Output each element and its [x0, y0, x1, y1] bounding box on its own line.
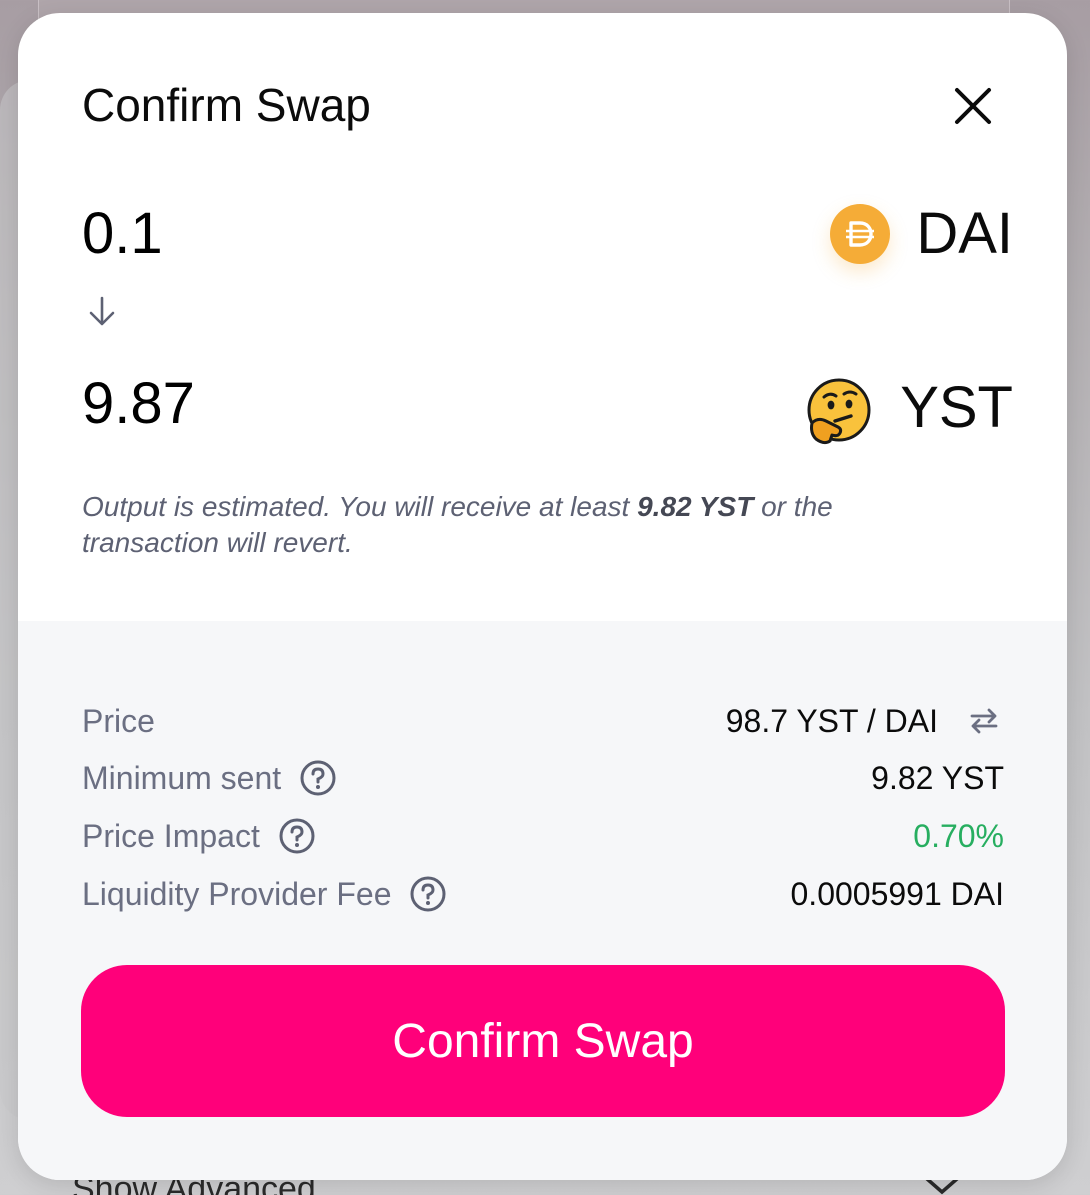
minimum-sent-label-group: Minimum sent: [82, 759, 337, 797]
minimum-sent-label: Minimum sent: [82, 759, 282, 796]
help-icon[interactable]: [409, 875, 447, 913]
input-amount: 0.1: [82, 201, 163, 266]
price-impact-value: 0.70%: [913, 817, 1004, 854]
lp-fee-row: Liquidity Provider Fee 0.0005991 DAI: [82, 872, 1004, 916]
output-token: YST: [804, 369, 1013, 447]
dai-token-icon: [830, 204, 891, 264]
output-token-symbol: YST: [900, 375, 1013, 440]
price-impact-label: Price Impact: [82, 817, 260, 854]
swap-rate-icon[interactable]: [964, 701, 1004, 741]
input-token: DAI: [830, 199, 1013, 269]
estimate-note: Output is estimated. You will receive at…: [82, 489, 962, 561]
modal-title: Confirm Swap: [82, 79, 371, 131]
help-icon[interactable]: [278, 817, 316, 855]
price-value-group: 98.7 YST / DAI: [726, 701, 1004, 741]
price-impact-row: Price Impact 0.70%: [82, 814, 1004, 858]
close-icon[interactable]: [948, 81, 998, 131]
thinking-face-icon: [807, 378, 871, 445]
price-label: Price: [82, 702, 155, 739]
help-icon[interactable]: [299, 759, 337, 797]
minimum-sent-row: Minimum sent 9.82 YST: [82, 756, 1004, 800]
minimum-sent-value: 9.82 YST: [871, 759, 1004, 796]
price-row: Price 98.7 YST / DAI: [82, 699, 1004, 743]
lp-fee-label: Liquidity Provider Fee: [82, 875, 392, 912]
arrow-down-icon: [89, 296, 115, 326]
output-amount: 9.87: [82, 371, 195, 436]
input-token-symbol: DAI: [916, 201, 1013, 266]
price-value: 98.7 YST / DAI: [725, 702, 938, 739]
confirm-swap-modal: Confirm Swap 0.1 DAI 9.87 YST Output is …: [18, 13, 1067, 1180]
note-minimum: 9.82 YST: [637, 491, 754, 522]
price-impact-label-group: Price Impact: [82, 817, 316, 855]
note-prefix: Output is estimated. You will receive at…: [82, 491, 638, 522]
lp-fee-label-group: Liquidity Provider Fee: [82, 875, 447, 913]
lp-fee-value: 0.0005991 DAI: [790, 875, 1005, 912]
confirm-swap-button[interactable]: Confirm Swap: [81, 965, 1005, 1117]
